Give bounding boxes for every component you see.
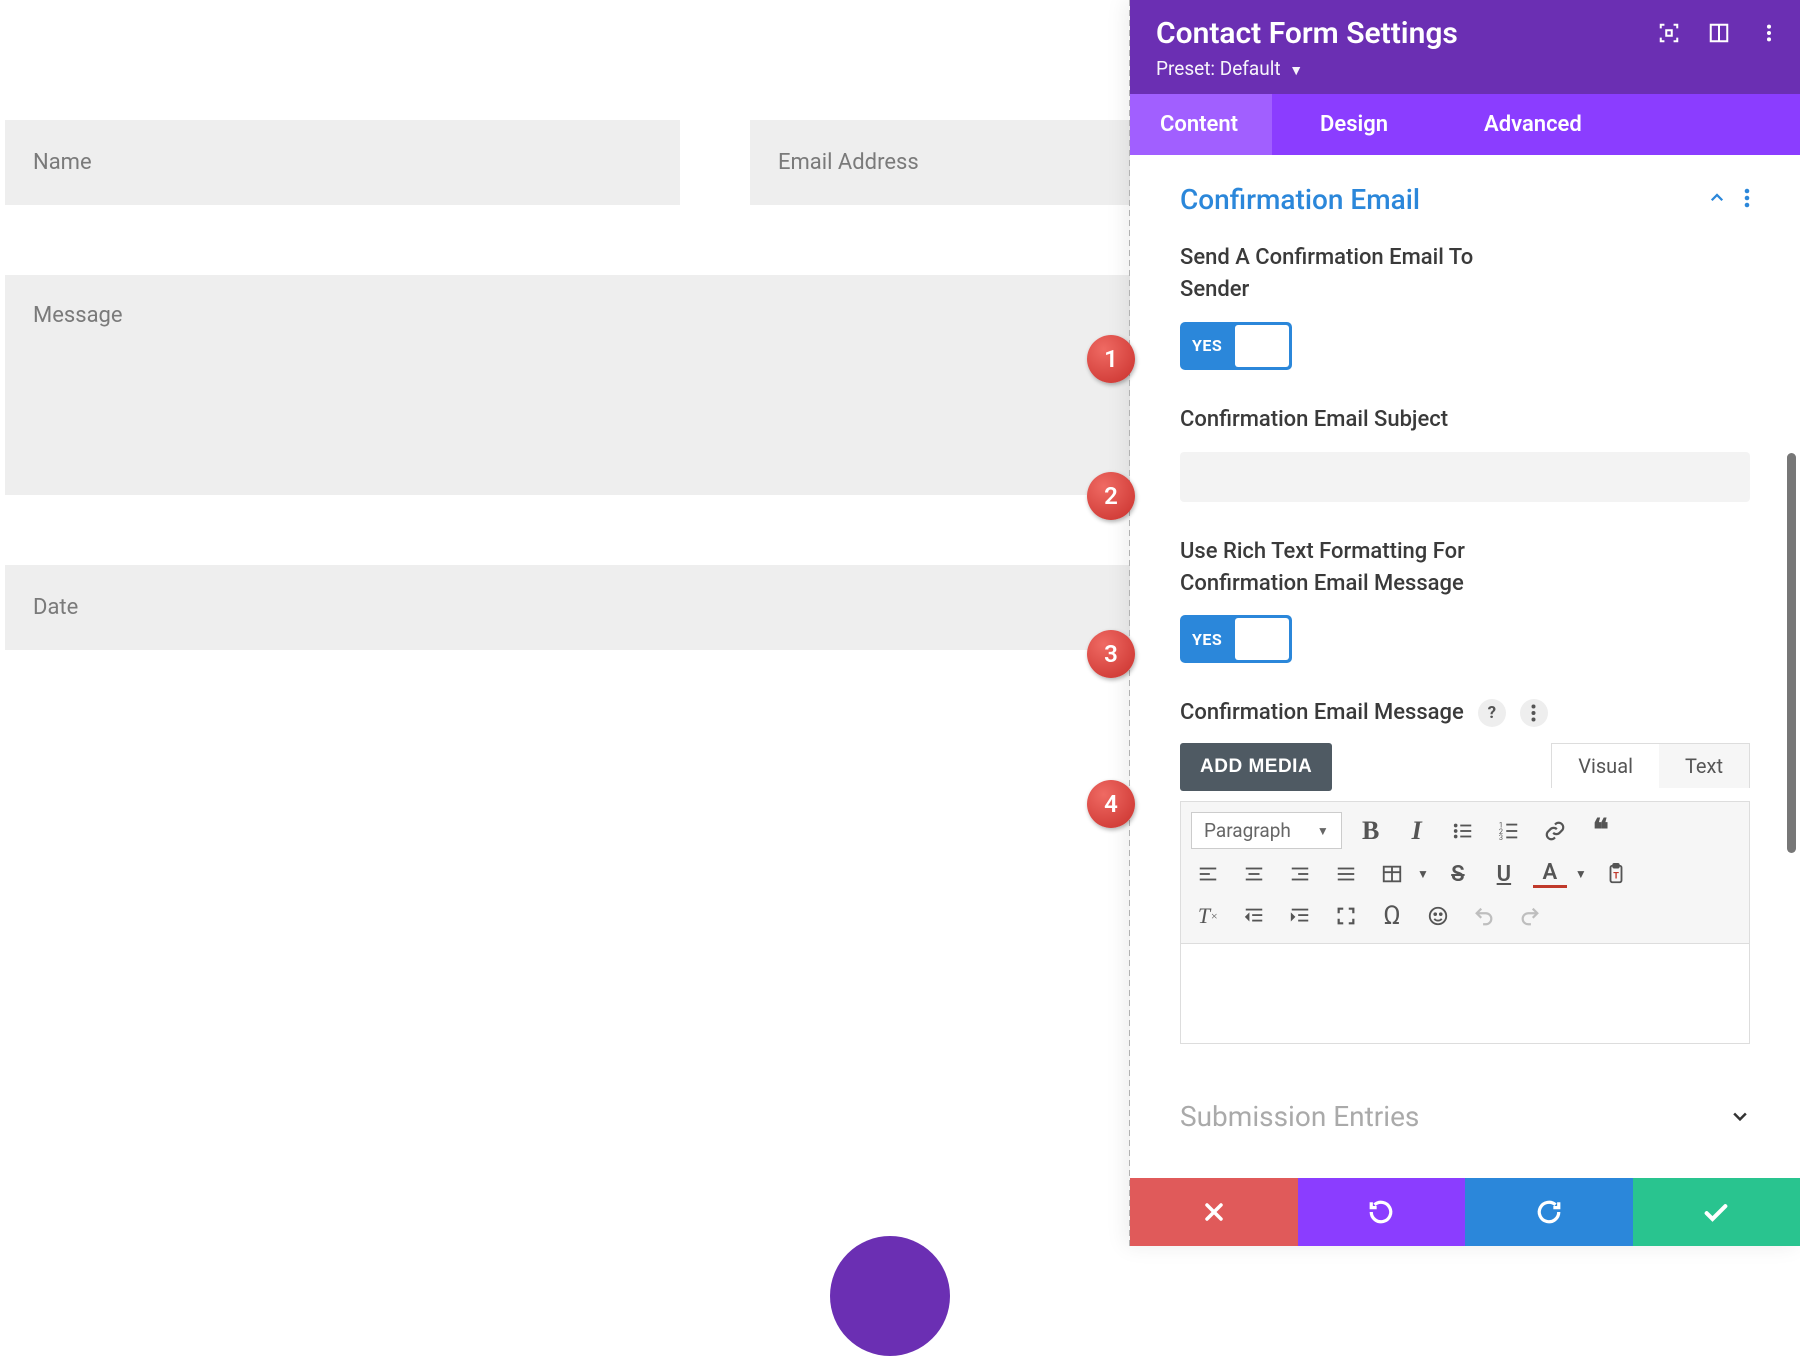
toggle-knob	[1235, 325, 1289, 367]
tab-content[interactable]: Content	[1130, 94, 1272, 155]
emoji-icon[interactable]	[1421, 899, 1455, 933]
callout-2: 2	[1087, 472, 1135, 520]
setting-rich-text: Use Rich Text Formatting For Confirmatio…	[1180, 536, 1750, 664]
redo-button[interactable]	[1465, 1178, 1633, 1246]
caret-down-icon: ▼	[1317, 824, 1329, 838]
date-placeholder: Date	[33, 595, 78, 620]
tab-advanced[interactable]: Advanced	[1436, 94, 1614, 155]
scan-icon[interactable]	[1658, 22, 1680, 44]
tab-design[interactable]: Design	[1272, 94, 1436, 155]
undo-icon[interactable]	[1467, 899, 1501, 933]
svg-text:3: 3	[1499, 833, 1503, 842]
message-field[interactable]: Message	[5, 275, 1130, 495]
settings-panel: Contact Form Settings Preset: Default ▼ …	[1130, 0, 1800, 1246]
table-icon[interactable]	[1375, 857, 1409, 891]
settings-tabs: Content Design Advanced	[1130, 94, 1800, 155]
panel-footer	[1130, 1178, 1800, 1246]
fab-peek	[830, 1236, 950, 1356]
editor-tab-visual[interactable]: Visual	[1552, 744, 1659, 788]
editor-toolbar: Paragraph ▼ B I 123	[1180, 801, 1750, 944]
date-field[interactable]: Date	[5, 565, 1130, 650]
more-icon[interactable]	[1758, 22, 1780, 44]
svg-text:T: T	[1613, 872, 1619, 882]
editor-tab-text[interactable]: Text	[1659, 744, 1749, 788]
message-more-icon[interactable]	[1520, 699, 1548, 727]
layout-icon[interactable]	[1708, 22, 1730, 44]
section-header[interactable]: Confirmation Email	[1180, 183, 1750, 216]
scrollbar-thumb[interactable]	[1787, 453, 1796, 853]
numbered-list-icon[interactable]: 123	[1492, 814, 1526, 848]
setting-message: Confirmation Email Message ? ADD MEDIA V…	[1180, 697, 1750, 1044]
paragraph-select[interactable]: Paragraph ▼	[1191, 812, 1342, 849]
italic-icon[interactable]: I	[1400, 814, 1434, 848]
align-justify-icon[interactable]	[1329, 857, 1363, 891]
form-preview: Name Email Address Message Date	[0, 0, 1130, 720]
redo-icon[interactable]	[1513, 899, 1547, 933]
section-more-icon[interactable]	[1744, 188, 1750, 212]
indent-icon[interactable]	[1283, 899, 1317, 933]
panel-header: Contact Form Settings Preset: Default ▼	[1130, 0, 1800, 94]
text-color-icon[interactable]: A	[1533, 860, 1567, 888]
rich-text-toggle[interactable]: YES	[1180, 615, 1292, 663]
strikethrough-icon[interactable]: S	[1441, 857, 1475, 891]
outdent-icon[interactable]	[1237, 899, 1271, 933]
setting-subject: Confirmation Email Subject	[1180, 404, 1750, 502]
bold-icon[interactable]: B	[1354, 814, 1388, 848]
section-title: Confirmation Email	[1180, 183, 1420, 216]
underline-icon[interactable]: U	[1487, 857, 1521, 891]
paste-text-icon[interactable]: T	[1599, 857, 1633, 891]
cancel-button[interactable]	[1130, 1178, 1298, 1246]
link-icon[interactable]	[1538, 814, 1572, 848]
caret-down-icon: ▼	[1289, 62, 1303, 79]
setting-send-confirmation: Send A Confirmation Email To Sender YES	[1180, 242, 1750, 370]
add-media-button[interactable]: ADD MEDIA	[1180, 743, 1332, 791]
message-placeholder: Message	[33, 303, 123, 328]
align-left-icon[interactable]	[1191, 857, 1225, 891]
callout-1: 1	[1087, 335, 1135, 383]
subject-label: Confirmation Email Subject	[1180, 404, 1750, 436]
email-placeholder: Email Address	[778, 150, 919, 175]
clear-format-icon[interactable]: T×	[1191, 899, 1225, 933]
save-button[interactable]	[1633, 1178, 1800, 1246]
color-caret-icon[interactable]: ▼	[1575, 867, 1587, 881]
editor-content[interactable]	[1180, 944, 1750, 1044]
callout-4: 4	[1087, 780, 1135, 828]
quote-icon[interactable]: ❝	[1584, 814, 1618, 848]
toggle-knob	[1235, 618, 1289, 660]
rich-text-label: Use Rich Text Formatting For Confirmatio…	[1180, 536, 1510, 600]
align-right-icon[interactable]	[1283, 857, 1317, 891]
panel-body: Confirmation Email Send A Confirmation E…	[1130, 155, 1800, 1178]
bullet-list-icon[interactable]	[1446, 814, 1480, 848]
table-caret-icon[interactable]: ▼	[1417, 867, 1429, 881]
help-icon[interactable]: ?	[1478, 699, 1506, 727]
special-char-icon[interactable]: Ω	[1375, 899, 1409, 933]
editor-mode-tabs: Visual Text	[1551, 743, 1750, 788]
send-confirmation-label: Send A Confirmation Email To Sender	[1180, 242, 1510, 306]
send-confirmation-toggle[interactable]: YES	[1180, 322, 1292, 370]
submission-entries-title: Submission Entries	[1180, 1100, 1419, 1133]
subject-input[interactable]	[1180, 452, 1750, 502]
align-center-icon[interactable]	[1237, 857, 1271, 891]
chevron-down-icon	[1730, 1100, 1750, 1133]
callout-3: 3	[1087, 630, 1135, 678]
collapse-icon[interactable]	[1708, 189, 1726, 211]
fullscreen-icon[interactable]	[1329, 899, 1363, 933]
preset-selector[interactable]: Preset: Default ▼	[1156, 57, 1774, 80]
email-field[interactable]: Email Address	[750, 120, 1130, 205]
name-placeholder: Name	[33, 150, 92, 175]
message-label: Confirmation Email Message	[1180, 697, 1464, 729]
name-field[interactable]: Name	[5, 120, 680, 205]
undo-button[interactable]	[1298, 1178, 1466, 1246]
section-submission-entries[interactable]: Submission Entries	[1180, 1100, 1750, 1133]
